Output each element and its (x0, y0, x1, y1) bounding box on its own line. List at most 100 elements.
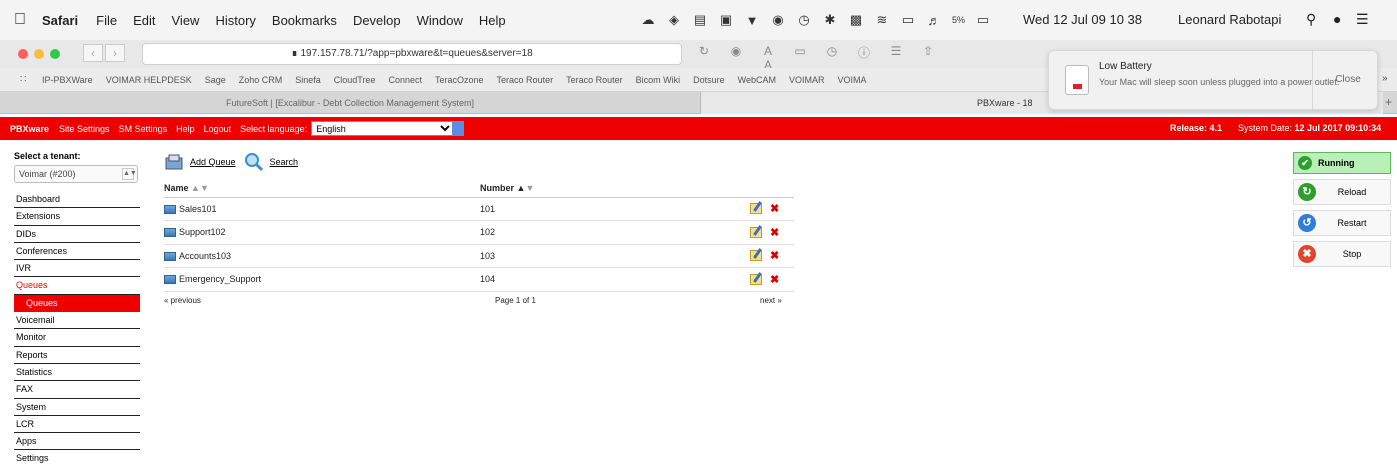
display-icon[interactable]: ▩ (848, 12, 864, 28)
edit-icon[interactable] (750, 250, 762, 262)
queue-name[interactable]: Accounts103 (179, 251, 231, 261)
delete-icon[interactable]: ✖ (770, 202, 779, 215)
bookmark-item[interactable]: IP-PBXWare (42, 75, 93, 85)
bookmark-item[interactable]: Dotsure (693, 75, 725, 85)
forward-icon[interactable]: › (105, 44, 125, 62)
sidebar-item-monitor[interactable]: Monitor (14, 329, 140, 347)
queue-name[interactable]: Sales101 (179, 204, 217, 214)
apple-menu-icon[interactable]:  (14, 11, 42, 29)
tenant-select[interactable]: Voimar (#200) ▲▼ (14, 165, 138, 183)
bookmark-item[interactable]: Connect (388, 75, 422, 85)
menu-help[interactable]: Help (479, 13, 506, 28)
new-tab-icon[interactable]: + (1385, 95, 1392, 109)
add-queue-icon[interactable] (164, 152, 184, 172)
add-queue-link[interactable]: Add Queue (190, 157, 236, 167)
queue-name[interactable]: Emergency_Support (179, 274, 261, 284)
language-select[interactable]: English (311, 121, 455, 136)
bookmark-item[interactable]: WebCAM (738, 75, 776, 85)
site-settings-link[interactable]: Site Settings (59, 124, 110, 134)
bookmark-item[interactable]: Zoho CRM (239, 75, 283, 85)
next-page-link[interactable]: next » (760, 296, 782, 305)
sidebar-item-apps[interactable]: Apps (14, 433, 140, 451)
notification-center-icon[interactable]: ☰ (1356, 11, 1369, 28)
brand-link[interactable]: PBXware (10, 124, 49, 134)
sm-settings-link[interactable]: SM Settings (119, 124, 168, 134)
delete-icon[interactable]: ✖ (770, 273, 779, 286)
menu-develop[interactable]: Develop (353, 13, 401, 28)
top-sites-icon[interactable]: ∷ (20, 74, 42, 85)
menubar-user[interactable]: Leonard Rabotapi (1178, 12, 1281, 27)
edit-icon[interactable] (750, 203, 762, 215)
sort-icon[interactable]: ▲▼ (191, 183, 209, 193)
chat-icon[interactable]: ▤ (692, 12, 708, 28)
minimize-window-button[interactable] (34, 49, 44, 59)
bluetooth-icon[interactable]: ✱ (822, 12, 838, 28)
siri-icon[interactable]: ● (1333, 11, 1341, 27)
restart-button[interactable]: ↺ Restart (1293, 210, 1391, 236)
delete-icon[interactable]: ✖ (770, 249, 779, 262)
sidebar-item-voicemail[interactable]: Voicemail (14, 312, 140, 330)
sidebar-subitem-queues[interactable]: Queues (14, 294, 140, 313)
delete-icon[interactable]: ✖ (770, 226, 779, 239)
bookmark-item[interactable]: Bicom Wiki (636, 75, 681, 85)
sidebar-item-extensions[interactable]: Extensions (14, 208, 140, 226)
security-icon[interactable]: ▼ (744, 13, 760, 28)
sidebar-item-queues[interactable]: Queues (14, 277, 140, 295)
menu-edit[interactable]: Edit (133, 13, 155, 28)
menu-history[interactable]: History (215, 13, 255, 28)
menu-view[interactable]: View (172, 13, 200, 28)
bookmark-item[interactable]: Teraco Router (566, 75, 623, 85)
cloud-icon[interactable]: ☁ (640, 12, 656, 28)
notification-close-button[interactable]: Close (1319, 74, 1377, 85)
menu-app-safari[interactable]: Safari (42, 13, 78, 28)
menu-file[interactable]: File (96, 13, 117, 28)
volume-icon[interactable]: ♬ (926, 13, 942, 28)
bookmark-item[interactable]: VOIMAR HELPDESK (106, 75, 192, 85)
tab-futuresoft[interactable]: FutureSoft | [Excalibur - Debt Collectio… (0, 92, 700, 114)
address-bar[interactable]: ∎ 197.157.78.71/?app=pbxware&t=queues&se… (142, 43, 682, 65)
vpn-icon[interactable]: ▣ (718, 12, 734, 28)
logout-link[interactable]: Logout (204, 124, 232, 134)
spotlight-search-icon[interactable]: ⚲ (1306, 11, 1316, 28)
select-arrow-icon[interactable] (452, 121, 465, 136)
bookmark-item[interactable]: Sinefa (295, 75, 321, 85)
edit-icon[interactable] (750, 226, 762, 238)
queue-name[interactable]: Support102 (179, 227, 226, 237)
zoom-window-button[interactable] (50, 49, 60, 59)
sort-desc-icon[interactable]: ▼ (525, 183, 534, 193)
bookmark-item[interactable]: Teraco Router (497, 75, 554, 85)
sidebar-item-conferences[interactable]: Conferences (14, 243, 140, 261)
menubar-clock[interactable]: Wed 12 Jul 09 10 38 (1023, 12, 1142, 27)
bookmark-item[interactable]: CloudTree (334, 75, 376, 85)
stop-button[interactable]: ✖ Stop (1293, 241, 1391, 267)
bookmark-item[interactable]: VOIMAR (789, 75, 825, 85)
column-number[interactable]: Number ▲▼ (480, 180, 750, 198)
sidebar-item-reports[interactable]: Reports (14, 347, 140, 364)
menu-window[interactable]: Window (417, 13, 463, 28)
sidebar-item-ivr[interactable]: IVR (14, 260, 140, 278)
sidebar-item-settings[interactable]: Settings (14, 450, 140, 466)
search-icon[interactable] (244, 152, 264, 172)
wifi-icon[interactable]: ≋ (874, 12, 890, 28)
edit-icon[interactable] (750, 273, 762, 285)
menu-bookmarks[interactable]: Bookmarks (272, 13, 337, 28)
back-icon[interactable]: ‹ (83, 44, 103, 62)
time-machine-icon[interactable]: ◷ (796, 12, 812, 28)
close-window-button[interactable] (18, 49, 28, 59)
sidebar-item-fax[interactable]: FAX (14, 381, 140, 399)
shield-icon[interactable]: ◈ (666, 12, 682, 28)
bookmark-item[interactable]: VOIMA (837, 75, 866, 85)
battery-icon[interactable]: ▭ (975, 12, 991, 28)
eye-icon[interactable]: ◉ (770, 12, 786, 28)
search-link[interactable]: Search (270, 157, 299, 167)
bookmark-item[interactable]: Sage (205, 75, 226, 85)
bookmark-item[interactable]: TeracOzone (435, 75, 484, 85)
reload-button[interactable]: ↻ Reload (1293, 179, 1391, 205)
sidebar-item-lcr[interactable]: LCR (14, 416, 140, 434)
previous-page-link[interactable]: « previous (164, 296, 201, 305)
sidebar-item-system[interactable]: System (14, 399, 140, 416)
sidebar-item-dashboard[interactable]: Dashboard (14, 191, 140, 209)
column-name[interactable]: Name ▲▼ (164, 180, 480, 198)
help-link[interactable]: Help (176, 124, 195, 134)
more-bookmarks-icon[interactable]: » (1382, 73, 1388, 84)
